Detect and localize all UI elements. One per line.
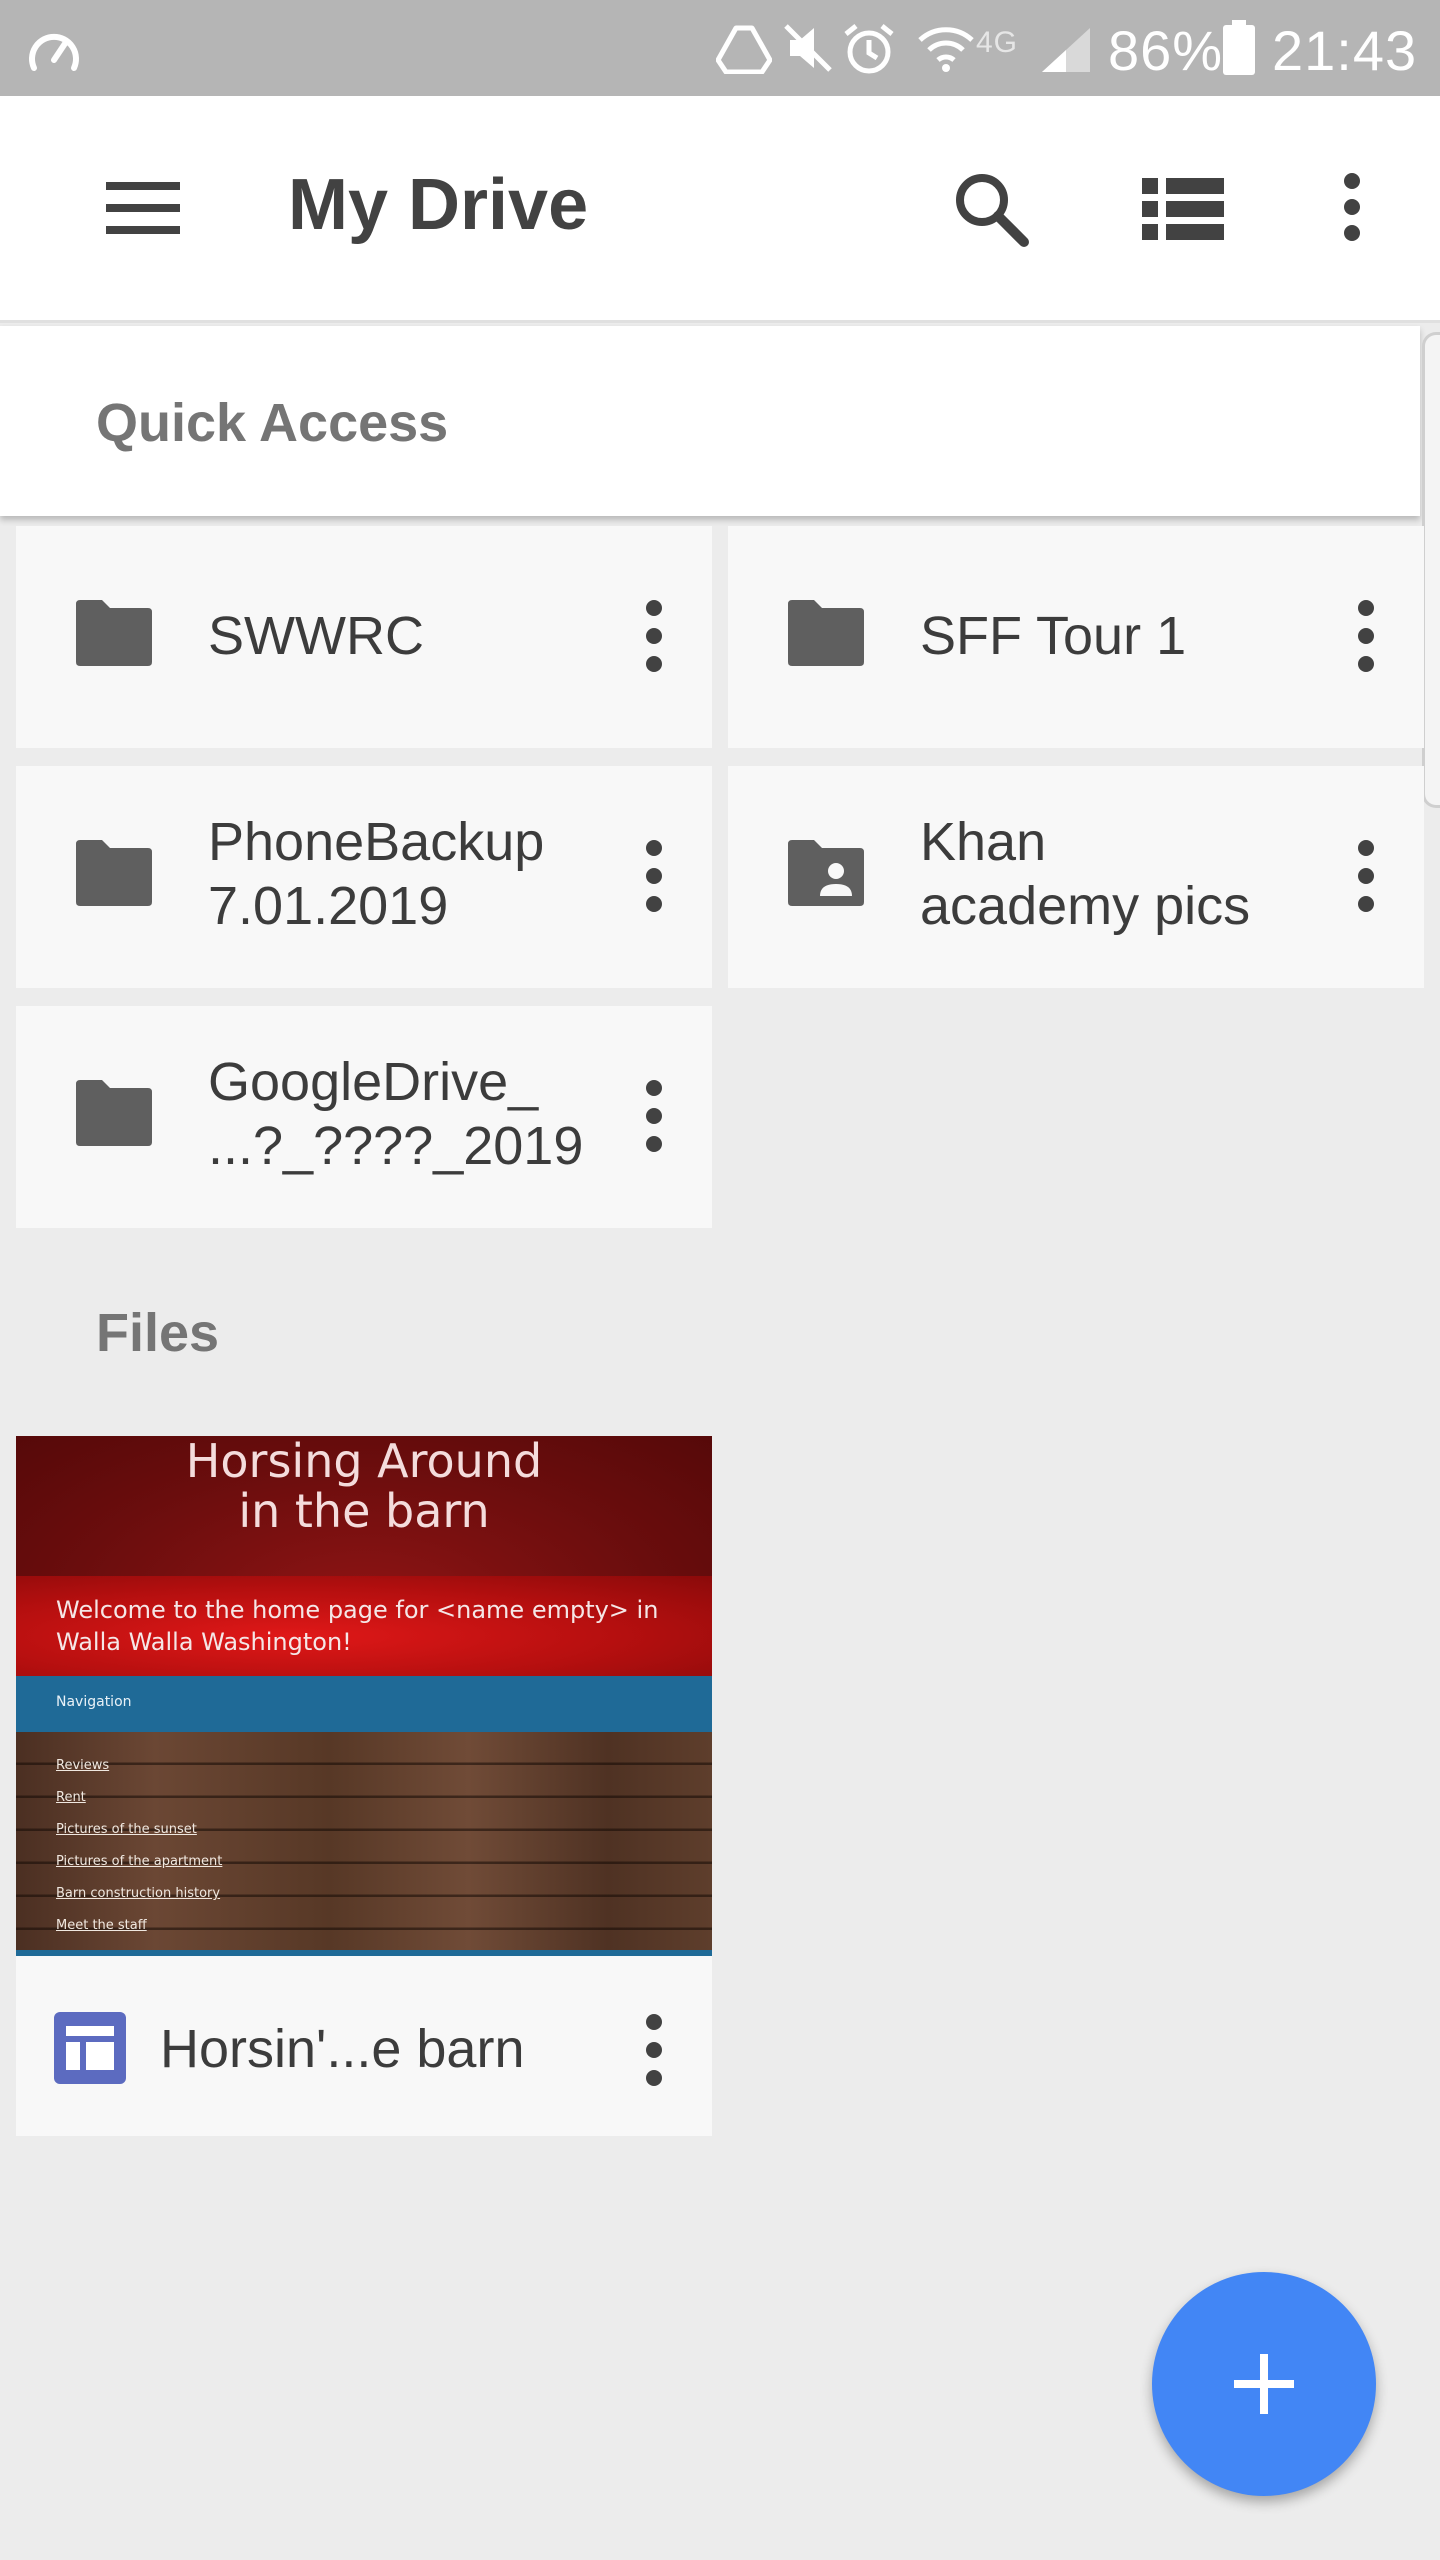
thumbnail-link: Pictures of the sunset <box>56 1822 197 1837</box>
more-vert-icon[interactable] <box>636 2012 672 2088</box>
file-card-horsing-around[interactable]: Horsing Around in the barn Welcome to th… <box>16 1436 712 2136</box>
clock: 21:43 <box>1272 19 1418 82</box>
google-sites-icon <box>54 2012 126 2084</box>
add-icon <box>1234 2354 1294 2414</box>
app-bar: My Drive <box>0 96 1440 323</box>
more-vert-icon[interactable] <box>636 838 672 914</box>
file-thumbnail: Horsing Around in the barn Welcome to th… <box>16 1436 712 1956</box>
thumbnail-link: Meet the staff <box>56 1918 147 1933</box>
folder-card-khan-academy[interactable]: Khan academy pics <box>728 766 1424 988</box>
folder-icon <box>76 600 152 666</box>
search-icon[interactable] <box>950 168 1030 248</box>
thumbnail-footer-bar <box>16 1950 712 1956</box>
status-bar: 4G 86% 21:43 <box>0 0 1440 96</box>
thumbnail-link: Rent <box>56 1790 86 1805</box>
folder-name: SFF Tour 1 <box>920 606 1187 666</box>
thumbnail-links: Reviews Rent Pictures of the sunset Pict… <box>56 1750 222 1942</box>
folder-icon <box>788 600 864 666</box>
scrollbar-handle[interactable] <box>1422 332 1440 808</box>
thumbnail-title: Horsing Around in the barn <box>185 1436 543 1538</box>
thumbnail-nav-label: Navigation <box>56 1694 132 1710</box>
signal-icon <box>1042 28 1090 72</box>
folder-name: GoogleDrive_ ...?_????_2019 <box>208 1052 584 1176</box>
shared-folder-icon <box>788 840 864 906</box>
quick-access-header: Quick Access <box>0 326 1420 516</box>
alarm-icon <box>844 24 894 74</box>
more-vert-icon[interactable] <box>636 598 672 674</box>
thumbnail-link: Pictures of the apartment <box>56 1854 223 1869</box>
thumbnail-link: Reviews <box>56 1758 110 1773</box>
folder-card-sff-tour[interactable]: SFF Tour 1 <box>728 526 1424 748</box>
folder-icon <box>76 1080 152 1146</box>
folder-card-googledrive[interactable]: GoogleDrive_ ...?_????_2019 <box>16 1006 712 1228</box>
more-vert-icon[interactable] <box>1348 838 1384 914</box>
drive-sync-icon <box>716 25 772 74</box>
list-view-icon[interactable] <box>1140 176 1226 242</box>
thumbnail-welcome-text: Welcome to the home page for <name empty… <box>56 1596 659 1656</box>
more-vert-icon[interactable] <box>636 1078 672 1154</box>
more-vert-icon[interactable] <box>1348 598 1384 674</box>
battery-percent: 86% <box>1108 19 1224 82</box>
thumbnail-link: Barn construction history <box>56 1886 221 1901</box>
mute-icon <box>784 24 832 72</box>
network-type: 4G <box>976 26 1019 59</box>
speed-icon <box>29 33 79 71</box>
page-title: My Drive <box>288 165 589 245</box>
new-item-fab[interactable] <box>1152 2272 1376 2496</box>
folder-name: SWWRC <box>208 606 424 666</box>
folder-icon <box>76 840 152 906</box>
folder-card-phonebackup[interactable]: PhoneBackup 7.01.2019 <box>16 766 712 988</box>
more-vert-icon[interactable] <box>1334 172 1370 242</box>
file-name: Horsin'...e barn <box>160 2019 525 2079</box>
folder-name: Khan academy pics <box>920 812 1251 936</box>
battery-icon <box>1223 20 1255 75</box>
quick-access-label: Quick Access <box>96 393 449 453</box>
wifi-icon <box>918 27 974 72</box>
menu-icon[interactable] <box>104 178 184 238</box>
folder-name: PhoneBackup 7.01.2019 <box>208 812 545 936</box>
files-label: Files <box>96 1303 220 1363</box>
folder-card-swwrc[interactable]: SWWRC <box>16 526 712 748</box>
